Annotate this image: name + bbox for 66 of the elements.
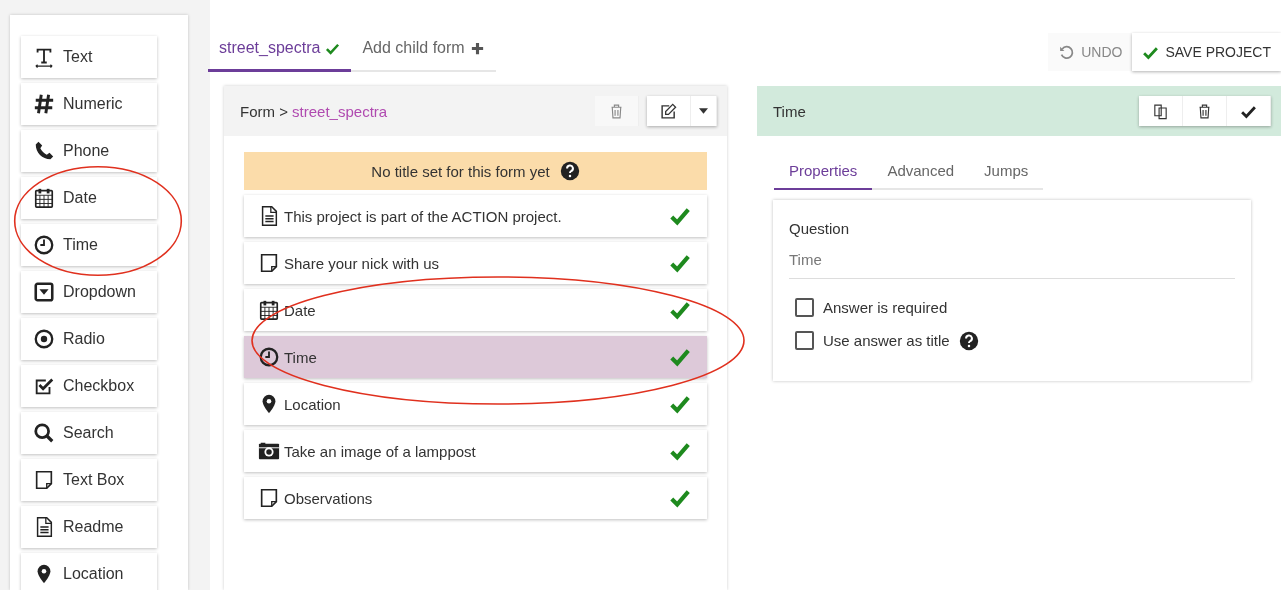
- time-icon: [33, 234, 55, 256]
- question-type-button[interactable]: Readme: [21, 506, 157, 548]
- question-row[interactable]: Take an image of a lamppost: [244, 430, 707, 472]
- question-type-button[interactable]: Text Box: [21, 459, 157, 501]
- save-project-button[interactable]: SAVE PROJECT: [1132, 33, 1281, 71]
- question-row[interactable]: Location: [244, 383, 707, 425]
- question-row[interactable]: Share your nick with us: [244, 242, 707, 284]
- question-type-button[interactable]: Location: [21, 553, 157, 590]
- duplicate-button[interactable]: [1139, 96, 1183, 126]
- dropdown-icon: [33, 281, 55, 303]
- search-icon: [33, 422, 55, 444]
- field-label: Question: [789, 220, 851, 237]
- undo-icon: [1058, 43, 1076, 61]
- textbox-icon: [258, 252, 280, 274]
- question-row[interactable]: Date: [244, 289, 707, 331]
- date-icon: [33, 187, 55, 209]
- date-icon: [258, 299, 280, 321]
- plus-icon: [469, 40, 485, 56]
- question-type-button[interactable]: Checkbox: [21, 365, 157, 407]
- textbox-icon: [258, 487, 280, 509]
- confirm-button[interactable]: [1227, 96, 1271, 126]
- question-type-button[interactable]: Search: [21, 412, 157, 454]
- checkbox-label: Answer is required: [823, 299, 948, 316]
- question-label: Take an image of a lamppost: [284, 442, 477, 460]
- question-label: Time: [284, 348, 318, 366]
- caret-icon: [699, 108, 708, 114]
- edit-button[interactable]: [647, 96, 691, 126]
- question-type-button[interactable]: Date: [21, 177, 157, 219]
- question-type-button[interactable]: Radio: [21, 318, 157, 360]
- form-tab[interactable]: Add child form: [351, 33, 496, 72]
- question-row[interactable]: Observations: [244, 477, 707, 519]
- question-row[interactable]: Time: [244, 336, 707, 378]
- question-label: Location: [284, 395, 342, 413]
- question-type-button[interactable]: Dropdown: [21, 271, 157, 313]
- question-type-button[interactable]: Time: [21, 224, 157, 266]
- question-title: Time: [773, 102, 806, 120]
- copy-icon: [1152, 102, 1169, 120]
- form-tab[interactable]: street_spectra: [208, 33, 352, 72]
- question-label: Share your nick with us: [284, 254, 441, 272]
- checkbox-label: Use answer as title: [823, 332, 950, 349]
- help-icon: [559, 161, 580, 181]
- radio-icon: [33, 328, 55, 350]
- edit-icon: [660, 102, 677, 120]
- properties-tab[interactable]: Properties: [774, 154, 873, 190]
- properties-tab[interactable]: Jumps: [969, 154, 1044, 190]
- question-label: Observations: [284, 489, 374, 507]
- question-row[interactable]: This project is part of the ACTION project.: [244, 195, 707, 237]
- question-type-button[interactable]: Phone: [21, 130, 157, 172]
- form-breadcrumb: Form > street_spectra: [240, 102, 388, 120]
- checkbox[interactable]: [795, 298, 814, 317]
- time-icon: [258, 346, 280, 368]
- properties-tab[interactable]: Advanced: [872, 154, 970, 190]
- question-label: Date: [284, 301, 317, 319]
- question-type-button[interactable]: Text: [21, 36, 157, 78]
- notice-text: No title set for this form yet: [371, 162, 550, 180]
- question-label: This project is part of the ACTION project.: [284, 207, 563, 225]
- camera-icon: [258, 440, 280, 462]
- undo-button[interactable]: UNDO: [1048, 33, 1133, 71]
- phone-icon: [33, 140, 55, 162]
- numeric-icon: [33, 93, 55, 115]
- textbox-icon: [33, 469, 55, 491]
- question-type-button[interactable]: Numeric: [21, 83, 157, 125]
- delete-button[interactable]: [1183, 96, 1227, 126]
- dropdown-button[interactable]: [691, 96, 717, 126]
- checkbox[interactable]: [795, 331, 814, 350]
- text-icon: [33, 46, 55, 68]
